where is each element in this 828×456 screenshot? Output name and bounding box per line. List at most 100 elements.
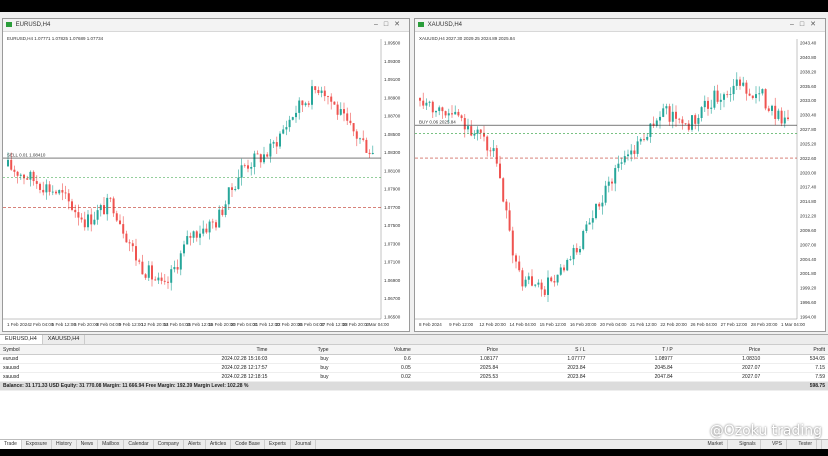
col-header[interactable]: Type [270,345,332,355]
candle-body [19,174,22,176]
candle-body [131,243,134,247]
tab-articles[interactable]: Articles [206,440,232,449]
candle-body [323,90,326,97]
candle-body [234,189,237,190]
candle-body [90,214,93,225]
candle-body [327,96,329,97]
candle-body [787,117,789,120]
candle-body [460,115,463,119]
tab-exposure[interactable]: Exposure [22,440,53,449]
col-header[interactable]: Volume [331,345,414,355]
candle-body [659,116,661,121]
order-price-label: SELL 0.01 1.08410 [7,153,46,158]
candle-body [646,136,649,140]
col-header[interactable]: T / P [588,345,676,355]
candle-body [189,236,192,238]
col-header[interactable]: S / L [501,345,589,355]
tab-trade[interactable]: Trade [0,440,22,449]
candle-body [556,274,559,283]
candlestick-chart-xauusd[interactable]: XAUUSD,H4 2027.30 2029.25 2024.89 2025.8… [415,31,825,331]
candle-body [237,177,240,190]
candle-body [499,163,501,179]
time-tick: 1 Mar 04:00 [365,322,390,327]
candle-body [202,228,205,234]
tab-history[interactable]: History [52,440,77,449]
candle-body [106,197,109,215]
candlestick-chart-eurusd[interactable]: EURUSD,H4 1.07771 1.07825 1.07689 1.0773… [3,31,409,331]
tab-experts[interactable]: Experts [265,440,291,449]
candle-body [45,184,48,193]
candle-body [748,93,751,96]
tab-news[interactable]: News [77,440,99,449]
candle-body [611,181,613,184]
candle-body [112,198,115,214]
col-header[interactable]: Price [413,345,502,355]
candle-body [566,259,569,271]
candle-body [272,142,275,144]
candle-body [205,228,208,233]
tab-journal[interactable]: Journal [291,440,317,449]
tab-calendar[interactable]: Calendar [124,440,154,449]
candle-body [183,244,185,254]
cell-profit: 7.59 [763,372,828,382]
chart-tab[interactable]: EURUSD,H4 [0,335,43,344]
minimize-icon[interactable]: – [790,21,800,28]
candle-body [359,138,361,140]
order-price-label: BUY 0.06 2025.84 [419,120,456,125]
cell-symbol: eurusd [0,354,83,364]
candle-body [783,117,786,124]
candle-body [7,159,9,167]
chart-plot-area[interactable]: XAUUSD,H4 2027.30 2029.25 2024.89 2025.8… [415,31,825,331]
candle-body [167,281,169,283]
close-icon[interactable]: ✕ [394,21,406,28]
candle-body [208,221,211,233]
time-tick: 21 Feb 12:00 [630,322,657,327]
tab-company[interactable]: Company [154,440,185,449]
candle-body [707,100,709,109]
candle-body [675,111,677,119]
candle-body [109,197,112,199]
tab-alerts[interactable]: Alerts [184,440,206,449]
candle-body [311,86,313,105]
candle-body [585,224,588,231]
price-tick: 2009.60 [800,228,817,233]
tester-link[interactable]: Tester [794,440,817,449]
col-header[interactable]: Time [82,345,271,355]
price-tick: 1.09100 [384,77,401,82]
table-row[interactable]: xauusd 2024.02.28 12:17:57 buy 0.05 2025… [0,363,828,373]
cell-profit: 7.15 [763,363,828,373]
cell-time: 2024.02.28 12:17:57 [82,363,271,373]
candle-body [780,110,783,124]
candle-body [269,143,272,157]
watermark: @Ozoku trading [709,423,822,439]
candle-body [492,148,495,152]
maximize-icon[interactable]: □ [800,21,810,28]
tab-mailbox[interactable]: Mailbox [98,440,125,449]
chart-plot-area[interactable]: EURUSD,H4 1.07771 1.07825 1.07689 1.0773… [3,31,409,331]
price-tick: 1999.20 [800,286,817,291]
chart-icon [6,21,12,27]
candle-body [176,267,179,270]
candle-body [569,259,572,261]
candle-body [275,142,278,147]
chart-tab[interactable]: XAUUSD,H4 [43,335,86,344]
chart-window-eurusd[interactable]: EURUSD,H4 –□✕ EURUSD,H4 1.07771 1.07825 … [2,18,410,332]
minimize-icon[interactable]: – [374,21,384,28]
cell-type: buy [270,363,332,373]
table-row[interactable]: xauusd 2024.02.28 12:18:15 buy 0.02 2025… [0,372,828,382]
signals-link[interactable]: Signals [735,440,761,449]
candle-body [710,107,713,109]
close-icon[interactable]: ✕ [810,21,822,28]
table-row[interactable]: eurusd 2024.02.28 15:16:03 buy 0.6 1.081… [0,354,828,364]
candle-body [23,174,25,179]
col-header[interactable]: Price [675,345,764,355]
col-header[interactable]: Symbol [0,345,83,355]
col-header[interactable]: Profit [763,345,828,355]
tab-code-base[interactable]: Code Base [231,440,265,449]
market-link[interactable]: Market [704,440,728,449]
candle-body [617,163,620,169]
chart-window-xauusd[interactable]: XAUUSD,H4 –□✕ XAUUSD,H4 2027.30 2029.25 … [414,18,826,332]
maximize-icon[interactable]: □ [384,21,394,28]
time-tick: 20 Feb 04:00 [600,322,627,327]
vps-link[interactable]: VPS [768,440,787,449]
